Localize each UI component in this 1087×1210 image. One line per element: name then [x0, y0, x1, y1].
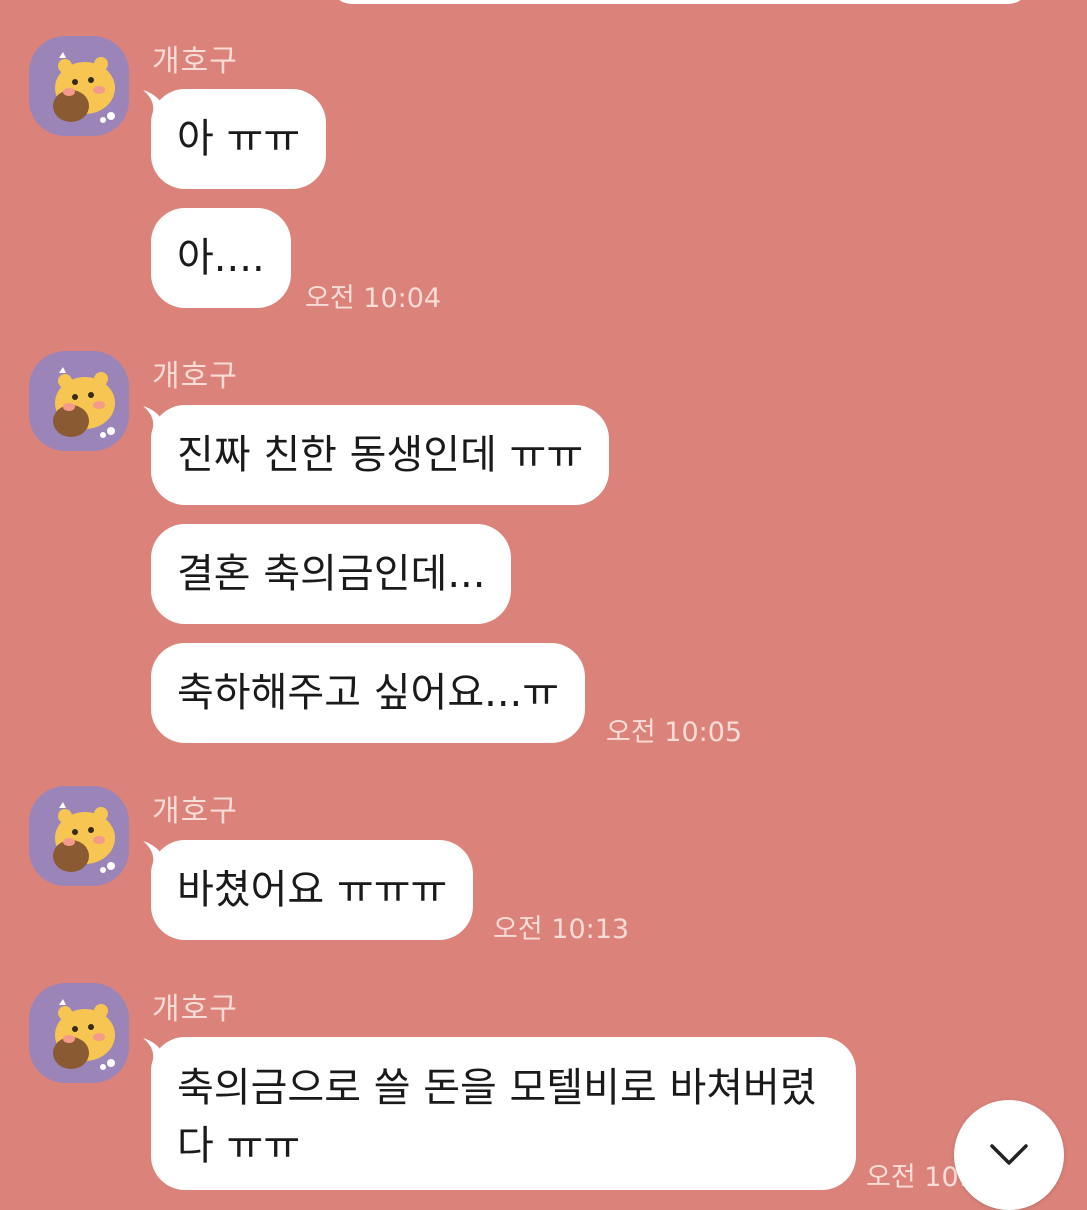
sender-avatar[interactable]	[29, 786, 129, 886]
message-bubble[interactable]: 아 ㅠㅠ	[151, 89, 327, 189]
sender-name: 개호구	[152, 44, 238, 79]
message-bubble[interactable]: 축의금으로 쓸 돈을 모텔비로 바쳐버렸다 ㅠㅠ	[151, 1037, 856, 1190]
bear-character-icon	[53, 367, 115, 438]
previous-message-bubble	[330, 0, 1030, 4]
bear-character-icon	[53, 52, 115, 123]
message-bubble[interactable]: 축하해주고 싶어요...ㅠ	[151, 643, 586, 743]
message-timestamp: 오전 10:	[866, 1162, 968, 1193]
chat-message-list[interactable]: 개호구 아 ㅠㅠ 아.... 오전 10:04 개호구 진짜 친한 동생인데 ㅠ…	[0, 0, 1087, 1210]
sender-avatar[interactable]	[29, 351, 129, 451]
message-timestamp: 오전 10:13	[493, 914, 630, 945]
sender-name: 개호구	[152, 359, 238, 394]
message-bubble[interactable]: 결혼 축의금인데...	[151, 524, 512, 624]
message-bubble[interactable]: 바쳤어요 ㅠㅠㅠ	[151, 840, 474, 940]
sender-avatar[interactable]	[29, 983, 129, 1083]
chevron-down-icon	[990, 1144, 1028, 1165]
message-bubble[interactable]: 아....	[151, 208, 291, 308]
sender-name: 개호구	[152, 992, 238, 1027]
sender-name: 개호구	[152, 794, 238, 829]
message-timestamp: 오전 10:05	[606, 717, 743, 748]
sender-avatar[interactable]	[29, 36, 129, 136]
bear-character-icon	[53, 802, 115, 873]
bear-character-icon	[53, 999, 115, 1070]
message-timestamp: 오전 10:04	[305, 283, 442, 314]
message-bubble[interactable]: 진짜 친한 동생인데 ㅠㅠ	[151, 405, 610, 505]
scroll-to-bottom-button[interactable]	[954, 1100, 1064, 1210]
